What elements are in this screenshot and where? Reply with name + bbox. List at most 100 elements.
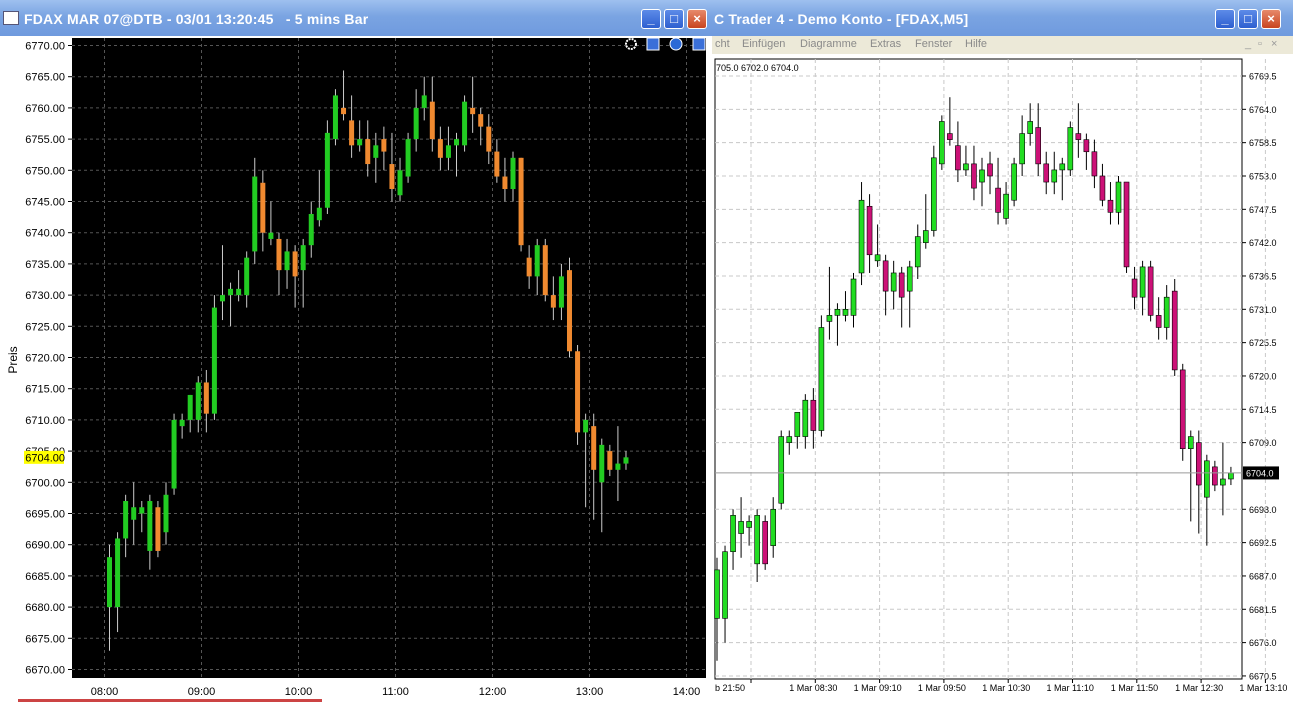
left-y-tick-label: 6700.00 xyxy=(25,477,65,489)
left-y-tick-label: 6765.00 xyxy=(25,72,65,84)
left-candle-body xyxy=(228,288,234,296)
left-candle-body xyxy=(365,139,371,165)
left-candle-body xyxy=(357,139,363,146)
left-y-tick-label: 6740.00 xyxy=(25,228,65,240)
left-candle-body xyxy=(462,101,468,146)
left-candle-body xyxy=(454,139,460,146)
right-y-tick-label: 6692.5 xyxy=(1249,538,1277,548)
right-candle-body xyxy=(834,309,841,316)
right-candle-body xyxy=(810,399,817,431)
right-y-tick-label: 6764.0 xyxy=(1249,105,1277,115)
right-candle-body xyxy=(971,163,977,189)
right-x-tick-label: 1 Mar 09:50 xyxy=(918,683,966,693)
right-candle-body xyxy=(1163,296,1170,328)
left-candle-body xyxy=(575,351,581,433)
right-candle-body xyxy=(882,260,889,292)
right-y-tick-label: 6670.5 xyxy=(1249,671,1277,681)
left-y-tick-label: 6735.00 xyxy=(25,259,65,271)
left-candle-body xyxy=(486,126,492,152)
right-x-tick-label: 1 Mar 08:30 xyxy=(789,683,837,693)
right-plot-area xyxy=(714,58,1243,680)
right-price-chart[interactable]: 6769.5 6764.0 6758.5 6753.0 6747.5 6742.0 6736… xyxy=(712,0,1293,702)
right-y-tick-label: 6676.0 xyxy=(1249,638,1277,648)
right-candle-body xyxy=(722,551,728,619)
left-y-tick-label: 6750.00 xyxy=(25,165,65,177)
left-candle-body xyxy=(534,245,540,277)
left-candle-body xyxy=(413,107,419,140)
left-candle-body xyxy=(373,145,379,158)
right-y-tick-label: 6714.5 xyxy=(1249,405,1277,415)
left-candle-body xyxy=(284,251,290,271)
left-candle-body xyxy=(599,444,605,483)
right-candle-body xyxy=(1035,127,1042,165)
left-candle-body xyxy=(187,394,193,420)
right-candle-body xyxy=(850,278,857,316)
left-candle-body xyxy=(583,419,589,433)
left-candle-body xyxy=(389,164,395,190)
right-candle-body xyxy=(762,521,768,565)
left-y-tick-label: 6725.00 xyxy=(25,321,65,333)
right-x-tick-label: b 21:50 xyxy=(715,683,745,693)
left-candle-body xyxy=(236,288,242,296)
right-candle-body xyxy=(1147,266,1154,316)
left-candle-body xyxy=(615,463,621,470)
right-x-tick-label: 1 Mar 12:30 xyxy=(1175,683,1223,693)
right-x-tick-label: 1 Mar 11:50 xyxy=(1111,683,1158,693)
left-candle-body xyxy=(494,151,500,177)
left-candle-body xyxy=(421,95,427,108)
left-candle-body xyxy=(276,238,282,271)
left-candle-body xyxy=(437,139,443,158)
left-plot-area xyxy=(72,38,706,678)
right-candle-body xyxy=(770,508,777,546)
right-y-tick-label: 6736.5 xyxy=(1249,271,1277,281)
left-y-tick-label: 6715.00 xyxy=(25,384,65,396)
left-candle-body xyxy=(397,170,403,196)
left-candle-body xyxy=(550,295,556,308)
left-candle-body xyxy=(332,95,338,140)
right-candle-body xyxy=(1091,151,1098,177)
right-candle-body xyxy=(802,399,809,437)
right-candle-body xyxy=(1099,175,1106,201)
help-icon xyxy=(669,37,683,51)
right-candle-body xyxy=(1107,199,1114,213)
left-candle-body xyxy=(115,538,121,608)
left-candle-body xyxy=(607,451,613,470)
left-candle-body xyxy=(131,507,137,520)
right-candle-body xyxy=(922,230,929,243)
left-chart-window: FDAX MAR 07@DTB - 03/01 13:20:45 - 5 min… xyxy=(0,0,712,702)
left-y-tick-label: 6720.00 xyxy=(25,353,65,365)
right-candle-body xyxy=(1019,133,1025,165)
right-candle-body xyxy=(754,515,760,565)
left-candle-body xyxy=(163,494,169,533)
left-candle-body xyxy=(526,257,532,277)
left-y-tick-label: 6730.00 xyxy=(25,290,65,302)
right-candle-body xyxy=(1123,181,1130,268)
left-candle-body xyxy=(147,501,153,551)
right-candle-body xyxy=(898,272,905,298)
left-candle-body xyxy=(445,145,451,158)
left-candle-body xyxy=(558,276,564,308)
right-candle-body xyxy=(1051,169,1058,183)
right-candle-body xyxy=(931,157,937,231)
left-x-tick-label: 12:00 xyxy=(479,686,507,698)
left-candle-body xyxy=(219,295,225,302)
left-candle-body xyxy=(300,245,306,271)
right-candle-body xyxy=(1187,436,1194,449)
right-candle-body xyxy=(1011,163,1017,201)
left-candle-body xyxy=(179,419,185,427)
right-candle-body xyxy=(746,521,752,528)
right-candle-body xyxy=(963,163,969,171)
left-y-tick-label: 6745.00 xyxy=(25,197,65,209)
left-y-tick-label: 6695.00 xyxy=(25,509,65,521)
left-y-tick-label: 6690.00 xyxy=(25,540,65,552)
right-candle-body xyxy=(826,315,833,322)
right-candle-body xyxy=(866,205,873,256)
right-y-tick-label: 6753.0 xyxy=(1249,171,1277,181)
left-candle-body xyxy=(623,457,629,464)
left-y-tick-label: 6685.00 xyxy=(25,571,65,583)
right-x-tick-label: 1 Mar 11:10 xyxy=(1047,683,1094,693)
left-price-chart[interactable]: 6770.00 6765.00 6760.00 6755.00 6750.00 6745.… xyxy=(0,0,712,702)
left-candle-body xyxy=(155,507,161,551)
left-candle-body xyxy=(171,419,177,489)
right-candle-body xyxy=(1027,121,1033,134)
